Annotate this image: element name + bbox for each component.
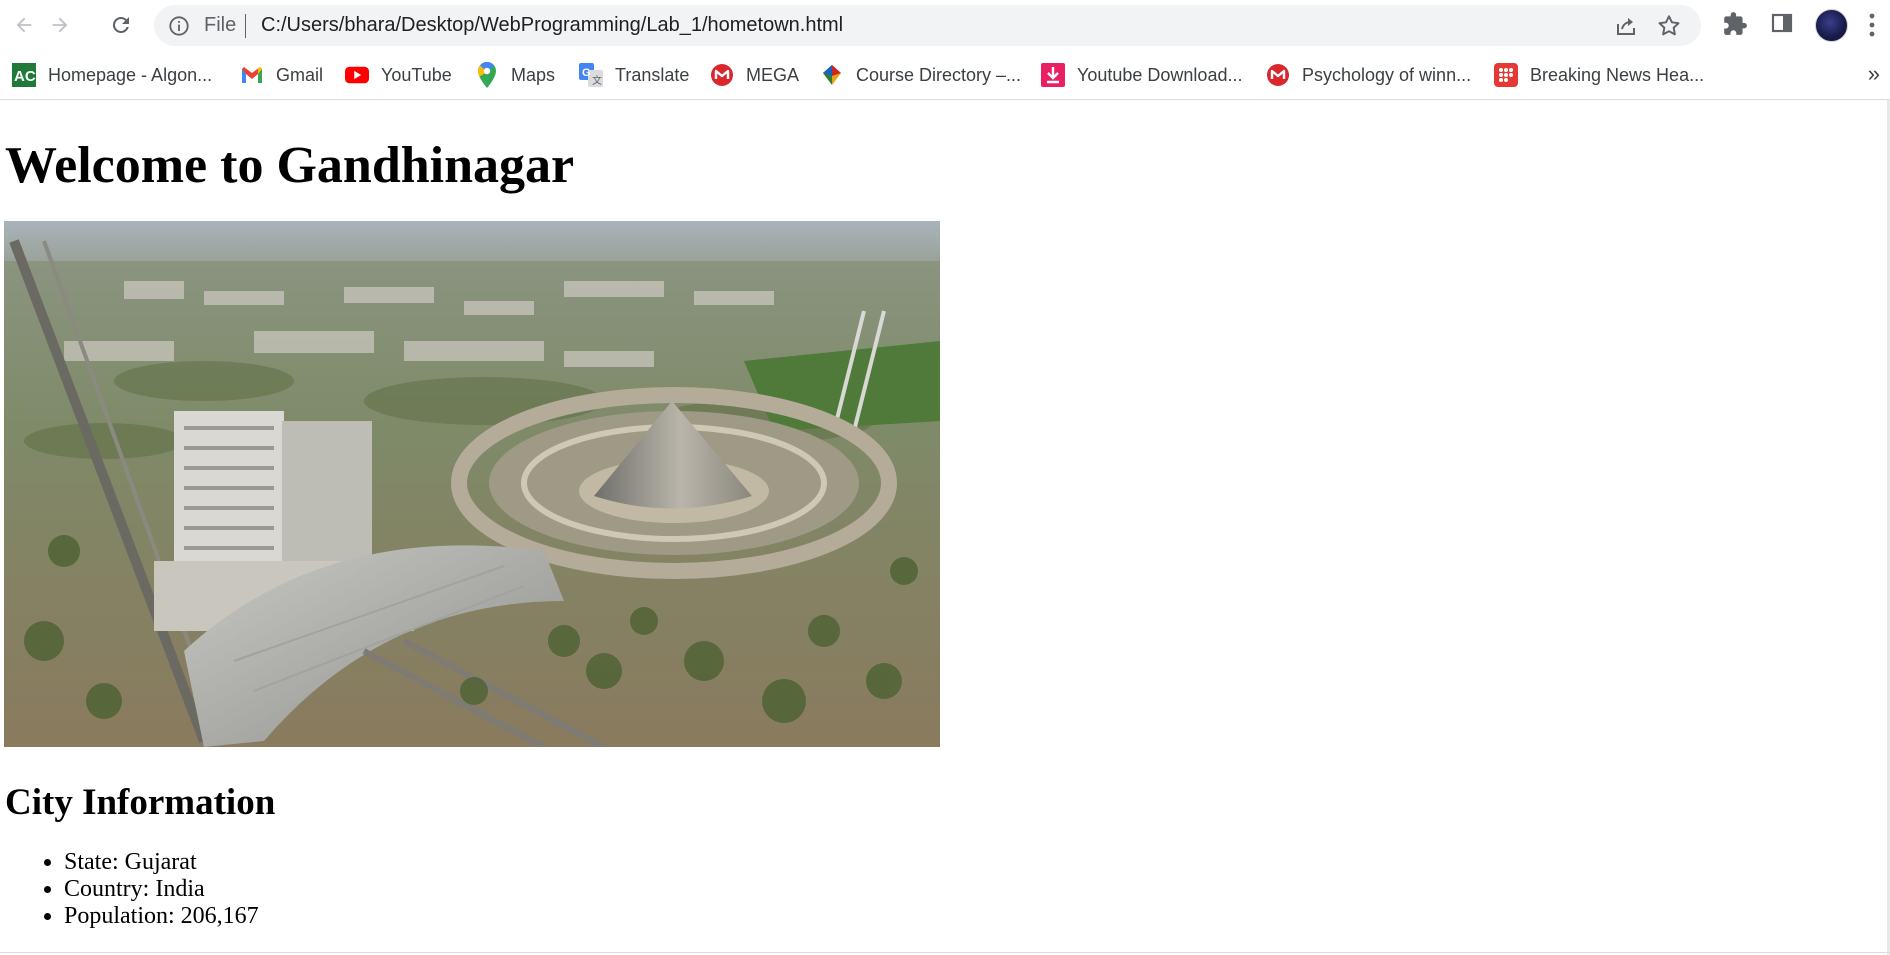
bookmark-label: MEGA	[746, 64, 800, 85]
url-text[interactable]: C:/Users/bhara/Desktop/WebProgramming/La…	[261, 14, 843, 37]
news-icon	[1494, 63, 1518, 87]
bookmark-breaking-news[interactable]: Breaking News Hea...	[1494, 62, 1704, 88]
list-item: Population: 206,167	[64, 903, 259, 930]
info-value: 206,167	[180, 903, 259, 929]
svg-text:AC: AC	[14, 68, 36, 85]
mega-icon	[710, 63, 734, 87]
back-button[interactable]	[8, 9, 40, 41]
mega-icon	[1266, 63, 1290, 87]
svg-text:文: 文	[592, 74, 602, 87]
puzzle-icon[interactable]	[1722, 11, 1748, 42]
kebab-menu-icon[interactable]	[1867, 12, 1877, 43]
browser-toolbar: File C:/Users/bhara/Desktop/WebProgrammi…	[0, 0, 1890, 50]
course-directory-icon	[820, 63, 844, 87]
reload-button[interactable]	[105, 9, 137, 41]
info-label: State:	[64, 849, 119, 875]
city-photo	[4, 221, 940, 747]
page-content: Welcome to Gandhinagar City Information …	[0, 100, 1890, 955]
avatar[interactable]	[1815, 9, 1848, 42]
side-panel-icon[interactable]	[1770, 11, 1794, 40]
info-value: Gujarat	[124, 849, 197, 875]
bookmarks-overflow-button[interactable]: »	[1868, 61, 1880, 87]
gmail-icon	[240, 63, 264, 87]
arrow-left-icon	[16, 17, 32, 33]
section-heading: City Information	[5, 782, 276, 823]
bookmark-label: Maps	[511, 64, 556, 85]
list-item: Country: India	[64, 876, 259, 903]
bookmark-label: Breaking News Hea...	[1530, 64, 1705, 85]
arrow-right-icon	[52, 17, 68, 33]
info-label: Country:	[64, 876, 150, 902]
bookmark-translate[interactable]: G文 Translate	[579, 62, 689, 88]
reload-icon	[112, 16, 129, 33]
page-title: Welcome to Gandhinagar	[5, 137, 575, 194]
list-item: State: Gujarat	[64, 849, 259, 876]
info-value: India	[155, 876, 205, 902]
omnibox-divider	[245, 14, 246, 38]
star-icon[interactable]	[1656, 13, 1682, 44]
bookmark-youtube[interactable]: YouTube	[345, 62, 452, 88]
info-label: Population:	[64, 903, 175, 929]
forward-button[interactable]	[44, 9, 76, 41]
bookmark-label: Gmail	[276, 64, 324, 85]
bookmark-youtube-download[interactable]: Youtube Download...	[1041, 62, 1242, 88]
bookmark-label: Youtube Download...	[1077, 64, 1243, 85]
bookmark-label: Homepage - Algon...	[48, 64, 213, 85]
share-icon[interactable]	[1614, 14, 1638, 43]
svg-text:G: G	[582, 67, 591, 79]
bookmark-psychology-of-winning[interactable]: Psychology of winn...	[1266, 62, 1471, 88]
info-icon[interactable]	[168, 15, 190, 42]
bookmark-label: Course Directory –...	[856, 64, 1022, 85]
scheme-label: File	[204, 14, 237, 36]
bookmark-mega[interactable]: MEGA	[710, 62, 799, 88]
window-bottom-border	[0, 952, 1890, 953]
bookmark-label: Translate	[615, 64, 690, 85]
bookmark-homepage-algonquin[interactable]: AC Homepage - Algon...	[12, 62, 212, 88]
maps-icon	[475, 62, 499, 88]
youtube-icon	[345, 63, 369, 87]
algonquin-icon: AC	[12, 63, 36, 87]
download-icon	[1041, 63, 1065, 87]
bookmark-course-directory[interactable]: Course Directory –...	[820, 62, 1021, 88]
bookmark-label: Psychology of winn...	[1302, 64, 1472, 85]
bookmark-label: YouTube	[381, 64, 452, 85]
city-info-list: State: Gujarat Country: India Population…	[40, 849, 259, 930]
bookmark-gmail[interactable]: Gmail	[240, 62, 323, 88]
bookmark-maps[interactable]: Maps	[475, 62, 555, 88]
translate-icon: G文	[579, 63, 603, 87]
address-bar[interactable]: File C:/Users/bhara/Desktop/WebProgrammi…	[154, 5, 1701, 46]
bookmarks-bar: AC Homepage - Algon... Gmail YouTube Map…	[0, 50, 1890, 100]
